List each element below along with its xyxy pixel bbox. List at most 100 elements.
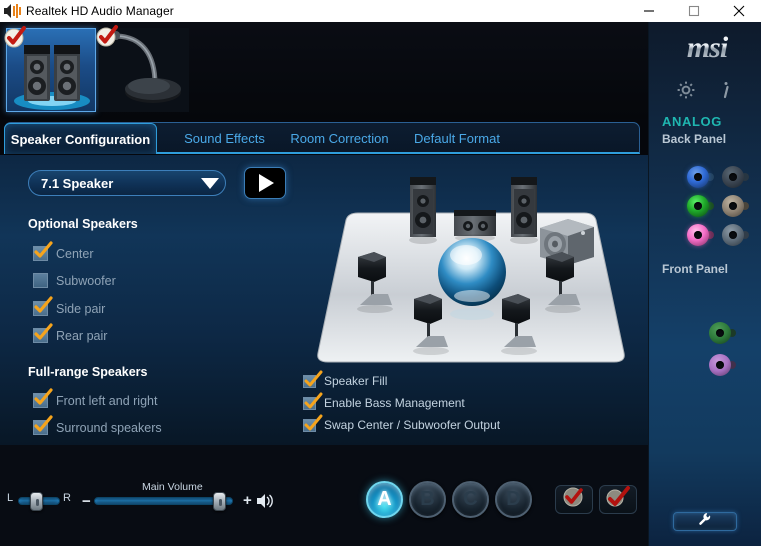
sidebar-icon-row (649, 78, 761, 102)
checkbox-surround-speakers[interactable]: Surround speakers (33, 420, 162, 435)
checkbox-center[interactable]: Center (33, 246, 94, 261)
checkbox-label: Front left and right (56, 394, 157, 408)
volume-icon[interactable] (256, 493, 276, 514)
info-icon[interactable] (714, 78, 738, 102)
tab-default-format[interactable]: Default Format (397, 123, 517, 154)
front-microphone-jack[interactable] (709, 354, 736, 376)
balance-right-label: R (63, 492, 71, 504)
tab-sound-effects[interactable]: Sound Effects (167, 123, 282, 154)
tab-speaker-configuration[interactable]: Speaker Configuration (4, 123, 157, 154)
checkbox-box (33, 420, 48, 435)
speaker-config-dropdown[interactable]: 7.1 Speaker (28, 170, 226, 196)
profile-button-b[interactable]: B (409, 481, 446, 518)
ok-button[interactable] (555, 485, 593, 514)
checkbox-enable-bass-management[interactable]: Enable Bass Management (303, 396, 465, 410)
front-left-speaker (409, 177, 437, 244)
speakers-device[interactable] (6, 28, 96, 112)
balance-slider-knob[interactable] (30, 492, 43, 511)
checkbox-side-pair[interactable]: Side pair (33, 301, 105, 316)
checkbox-box (303, 375, 316, 388)
back-jack-6[interactable] (722, 224, 749, 246)
checkbox-box (33, 273, 48, 288)
check-icon (32, 295, 54, 317)
jack-hole (716, 329, 724, 337)
checkbox-box (33, 393, 48, 408)
check-apply-icon (606, 486, 630, 513)
jack-hole (716, 361, 724, 369)
tab-label: Speaker Configuration (11, 132, 150, 147)
checkbox-speaker-fill[interactable]: Speaker Fill (303, 374, 387, 388)
back-jack-2[interactable] (722, 166, 749, 188)
microphone-enabled-check-icon (95, 24, 121, 48)
front-headphone-jack[interactable] (709, 322, 736, 344)
analog-section-label: ANALOG (662, 114, 722, 129)
front-right-speaker (510, 177, 538, 244)
fullrange-speakers-header: Full-range Speakers (28, 365, 148, 379)
profile-label: C (463, 488, 477, 511)
balance-left-label: L (7, 492, 13, 504)
close-button[interactable] (716, 0, 761, 22)
checkbox-front-left-and-right[interactable]: Front left and right (33, 393, 157, 408)
profile-label: D (506, 488, 520, 511)
volume-increase-button[interactable]: + (243, 492, 252, 509)
microphone-device[interactable] (99, 28, 189, 112)
center-speaker (454, 210, 496, 242)
profile-button-c[interactable]: C (452, 481, 489, 518)
line-in-jack[interactable] (687, 166, 714, 188)
jack-hole (694, 231, 702, 239)
checkbox-subwoofer[interactable]: Subwoofer (33, 273, 116, 288)
checkbox-label: Surround speakers (56, 421, 162, 435)
optional-speakers-header: Optional Speakers (28, 217, 138, 231)
check-icon (302, 369, 324, 391)
window-title: Realtek HD Audio Manager (26, 4, 626, 18)
line-out-jack[interactable] (687, 195, 714, 217)
play-test-button[interactable] (244, 167, 286, 199)
microphone-jack[interactable] (687, 224, 714, 246)
profile-button-a[interactable]: A (366, 481, 403, 518)
device-advanced-settings-button[interactable] (673, 512, 737, 531)
jack-hole (694, 202, 702, 210)
front-panel-label: Front Panel (662, 262, 728, 276)
play-icon (259, 174, 274, 192)
check-icon (32, 240, 54, 262)
svg-text:msi: msi (687, 31, 729, 64)
jack-row (687, 166, 757, 188)
checkbox-box (303, 397, 316, 410)
jack-row (687, 224, 757, 246)
main-volume-label: Main Volume (142, 481, 203, 493)
checkbox-rear-pair[interactable]: Rear pair (33, 328, 107, 343)
gear-icon[interactable] (674, 78, 698, 102)
window-controls (626, 0, 761, 22)
checkbox-label: Subwoofer (56, 274, 116, 288)
app-speaker-icon (0, 0, 26, 22)
msi-logo: msi (659, 30, 755, 64)
checkbox-label: Side pair (56, 302, 105, 316)
profile-button-d[interactable]: D (495, 481, 532, 518)
bottom-toolbar (0, 445, 648, 546)
back-jack-4[interactable] (722, 195, 749, 217)
maximize-button[interactable] (671, 0, 716, 22)
check-icon (302, 413, 324, 435)
checkbox-label: Rear pair (56, 329, 107, 343)
tab-label: Room Correction (290, 131, 388, 146)
check-ok-icon (562, 486, 586, 513)
profile-label: B (420, 488, 434, 511)
checkbox-box (33, 328, 48, 343)
checkbox-label: Center (56, 247, 94, 261)
checkbox-label: Swap Center / Subwoofer Output (324, 418, 500, 432)
profile-label: A (377, 488, 391, 511)
speakers-enabled-check-icon (3, 25, 29, 49)
apply-button[interactable] (599, 485, 637, 514)
checkbox-swap-center-subwoofer-output[interactable]: Swap Center / Subwoofer Output (303, 418, 500, 432)
jack-hole (694, 173, 702, 181)
check-icon (32, 387, 54, 409)
volume-decrease-button[interactable]: − (82, 493, 91, 510)
minimize-button[interactable] (626, 0, 671, 22)
tab-room-correction[interactable]: Room Correction (277, 123, 402, 154)
checkbox-box (33, 246, 48, 261)
main-volume-slider-knob[interactable] (213, 492, 226, 511)
speaker-layout-diagram[interactable] (306, 165, 636, 370)
tab-strip: Speaker Configuration Sound Effects Room… (0, 119, 648, 155)
tab-label: Sound Effects (184, 131, 265, 146)
checkbox-box (303, 419, 316, 432)
